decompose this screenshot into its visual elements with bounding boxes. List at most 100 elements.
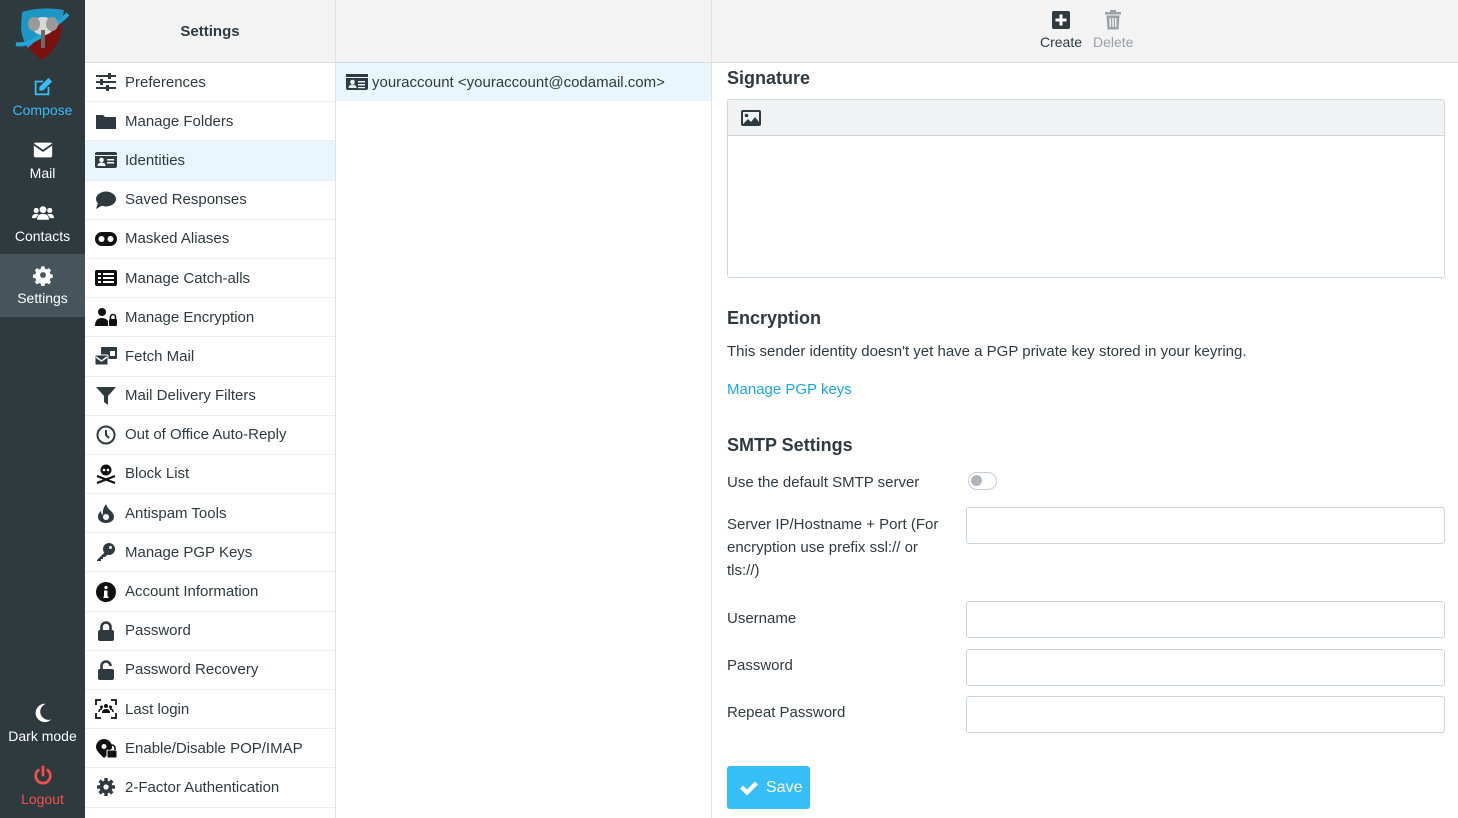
identity-label: youraccount <youraccount@codamail.com> <box>372 73 665 91</box>
settings-item-password-recovery[interactable]: Password Recovery <box>85 651 335 690</box>
settings-item-label: Fetch Mail <box>125 347 195 365</box>
id-card-icon <box>346 74 368 90</box>
settings-item-manage-encryption[interactable]: Manage Encryption <box>85 298 335 338</box>
nav-settings[interactable]: Settings <box>0 254 85 317</box>
settings-item-label: Last login <box>125 700 190 718</box>
trash-icon <box>1105 10 1122 30</box>
settings-item-block-list[interactable]: Block List <box>85 455 335 495</box>
settings-item-label: Manage PGP Keys <box>125 543 253 561</box>
settings-item-identities[interactable]: Identities <box>85 141 335 181</box>
encryption-status-text: This sender identity doesn't yet have a … <box>727 343 1247 360</box>
settings-item-label: Enable/Disable POP/IMAP <box>125 739 303 757</box>
users-viewfinder-icon <box>95 699 117 719</box>
nav-compose-label: Compose <box>12 102 73 118</box>
image-icon[interactable] <box>741 109 761 126</box>
clock-icon <box>96 425 116 445</box>
nav-compose[interactable]: Compose <box>0 66 85 129</box>
settings-item-saved-responses[interactable]: Saved Responses <box>85 181 335 220</box>
settings-item-label: Manage Encryption <box>125 308 255 326</box>
settings-item-label: Block List <box>125 465 190 483</box>
smtp-server-label: Server IP/Hostname + Port (For encryptio… <box>727 516 939 579</box>
dark-mode-label: Dark mode <box>8 728 77 744</box>
settings-item-out-of-office-auto-reply[interactable]: Out of Office Auto-Reply <box>85 416 335 455</box>
location-lock-icon <box>96 739 117 759</box>
toolbar: Create Delete <box>712 0 1458 63</box>
nav-contacts-label: Contacts <box>14 228 71 244</box>
smtp-server-input[interactable] <box>966 507 1445 544</box>
settings-item-label: Mail Delivery Filters <box>125 387 256 405</box>
nav-settings-label: Settings <box>17 290 68 306</box>
settings-menu-title: Settings <box>85 0 335 63</box>
manage-pgp-keys-link[interactable]: Manage PGP keys <box>727 381 852 398</box>
list-icon <box>95 270 117 287</box>
sliders-icon <box>96 73 116 92</box>
lock-icon <box>98 620 114 641</box>
check-icon <box>740 781 758 795</box>
settings-item-enable-disable-pop-imap[interactable]: Enable/Disable POP/IMAP <box>85 729 335 769</box>
lock-open-icon <box>98 660 114 680</box>
settings-item-2-factor-authentication[interactable]: 2-Factor Authentication <box>85 768 335 808</box>
settings-item-label: Manage Catch-alls <box>125 269 251 287</box>
settings-item-label: Preferences <box>125 73 206 91</box>
settings-item-manage-catch-alls[interactable]: Manage Catch-alls <box>85 259 335 299</box>
moon-icon <box>35 703 51 723</box>
settings-item-label: Out of Office Auto-Reply <box>125 426 287 444</box>
logout-label: Logout <box>21 791 64 807</box>
settings-item-label: Antispam Tools <box>125 504 227 522</box>
smtp-settings-heading: SMTP Settings <box>727 435 853 455</box>
delete-label: Delete <box>1093 34 1134 50</box>
save-label: Save <box>766 778 803 796</box>
smtp-repeat-password-label: Repeat Password <box>727 704 846 721</box>
smtp-username-input[interactable] <box>966 601 1445 638</box>
settings-item-label: Masked Aliases <box>125 230 230 248</box>
smtp-password-input[interactable] <box>966 649 1445 686</box>
smtp-password-label: Password <box>727 657 793 674</box>
info-circle-icon <box>96 581 116 602</box>
settings-item-account-information[interactable]: Account Information <box>85 572 335 612</box>
settings-item-label: Saved Responses <box>125 191 247 209</box>
app-logo[interactable] <box>12 4 72 62</box>
settings-item-antispam-tools[interactable]: Antispam Tools <box>85 494 335 534</box>
create-label: Create <box>1040 34 1083 50</box>
settings-item-last-login[interactable]: Last login <box>85 690 335 730</box>
use-default-smtp-toggle[interactable] <box>968 472 997 490</box>
smtp-username-label: Username <box>727 610 797 627</box>
settings-item-label: Password Recovery <box>125 661 259 679</box>
settings-item-fetch-mail[interactable]: Fetch Mail <box>85 337 335 377</box>
logout-button[interactable]: Logout <box>0 755 85 818</box>
settings-item-masked-aliases[interactable]: Masked Aliases <box>85 220 335 259</box>
settings-item-manage-folders[interactable]: Manage Folders <box>85 102 335 142</box>
nav-rail: Compose Mail Contacts Settings Dark mode… <box>0 0 85 818</box>
power-icon <box>33 765 52 785</box>
smtp-repeat-password-input[interactable] <box>966 696 1445 733</box>
fire-icon <box>98 504 114 524</box>
gear-icon <box>97 778 115 797</box>
identity-editor: Create Delete Signature Encryption This … <box>712 0 1458 818</box>
nav-mail-label: Mail <box>29 165 56 181</box>
envelope-icon <box>32 142 53 158</box>
signature-editor-toolbar <box>728 100 1444 136</box>
settings-item-label: Account Information <box>125 583 259 601</box>
skull-crossbones-icon <box>96 464 116 484</box>
settings-item-manage-pgp-keys[interactable]: Manage PGP Keys <box>85 533 335 573</box>
settings-item-password[interactable]: Password <box>85 612 335 651</box>
create-button[interactable]: Create <box>1040 10 1082 50</box>
settings-item-mail-delivery-filters[interactable]: Mail Delivery Filters <box>85 377 335 416</box>
use-default-smtp-label: Use the default SMTP server <box>727 474 920 491</box>
identity-item[interactable]: youraccount <youraccount@codamail.com> <box>336 63 711 101</box>
mask-icon <box>95 231 117 246</box>
gear-icon <box>32 266 53 286</box>
settings-item-label: Identities <box>125 151 186 169</box>
plus-square-icon <box>1052 11 1071 29</box>
dark-mode-toggle[interactable]: Dark mode <box>0 692 85 755</box>
signature-input[interactable] <box>728 136 1444 277</box>
nav-mail[interactable]: Mail <box>0 129 85 192</box>
save-button[interactable]: Save <box>727 766 810 809</box>
delete-button[interactable]: Delete <box>1093 10 1133 50</box>
signature-editor <box>727 99 1445 278</box>
filter-icon <box>96 386 116 405</box>
settings-item-preferences[interactable]: Preferences <box>85 63 335 103</box>
nav-contacts[interactable]: Contacts <box>0 192 85 255</box>
id-card-icon <box>95 152 117 169</box>
signature-heading: Signature <box>727 68 811 88</box>
